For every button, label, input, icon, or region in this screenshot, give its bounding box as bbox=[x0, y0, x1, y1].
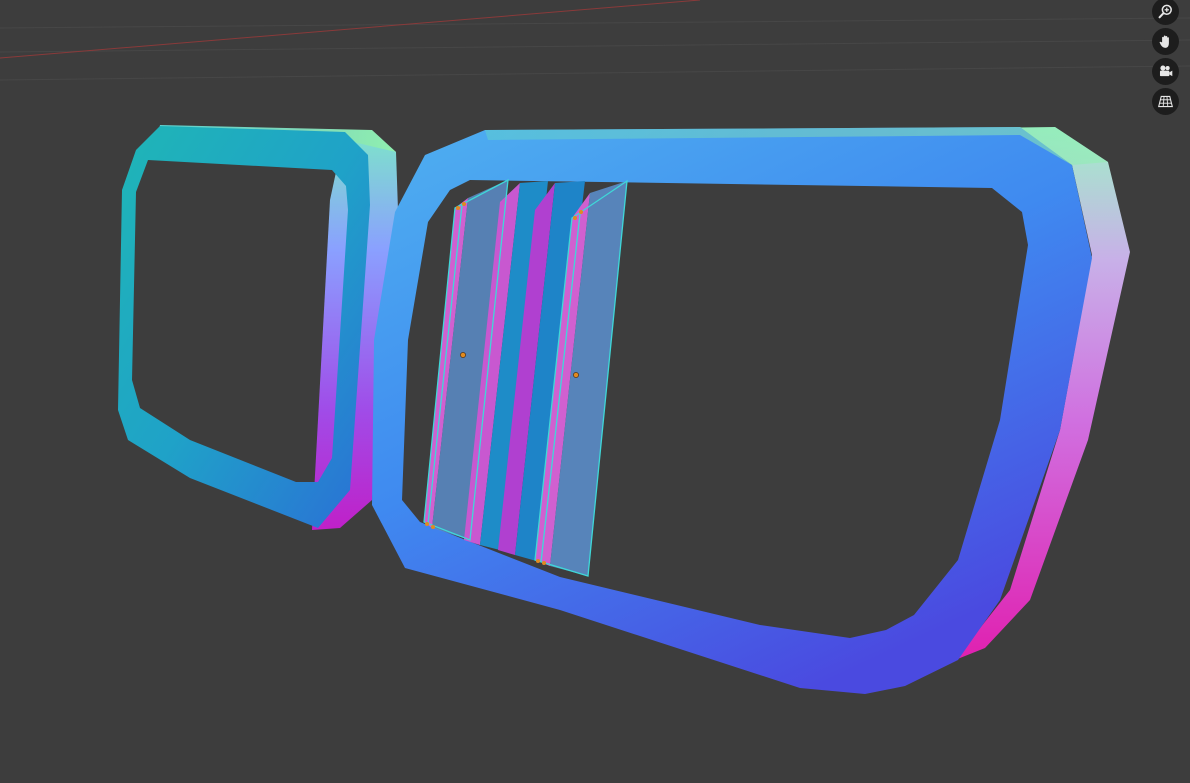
pan-button[interactable] bbox=[1151, 28, 1179, 55]
grille-frame-left[interactable] bbox=[118, 125, 398, 530]
perspective-grid-icon bbox=[1157, 95, 1173, 108]
camera-view-button[interactable] bbox=[1151, 58, 1179, 85]
grille-slats[interactable] bbox=[423, 178, 628, 577]
object-origin-2[interactable] bbox=[573, 372, 579, 378]
navigation-gizmo bbox=[1146, 0, 1184, 115]
object-origin-1[interactable] bbox=[460, 352, 466, 358]
camera-icon bbox=[1159, 65, 1172, 77]
zoom-icon bbox=[1158, 4, 1172, 19]
viewport-grid bbox=[0, 17, 1190, 81]
hand-pan-icon bbox=[1159, 35, 1169, 48]
x-axis-line bbox=[0, 0, 701, 59]
perspective-toggle-button[interactable] bbox=[1151, 88, 1179, 115]
viewport-3d[interactable] bbox=[0, 0, 1190, 783]
zoom-button[interactable] bbox=[1151, 0, 1179, 25]
